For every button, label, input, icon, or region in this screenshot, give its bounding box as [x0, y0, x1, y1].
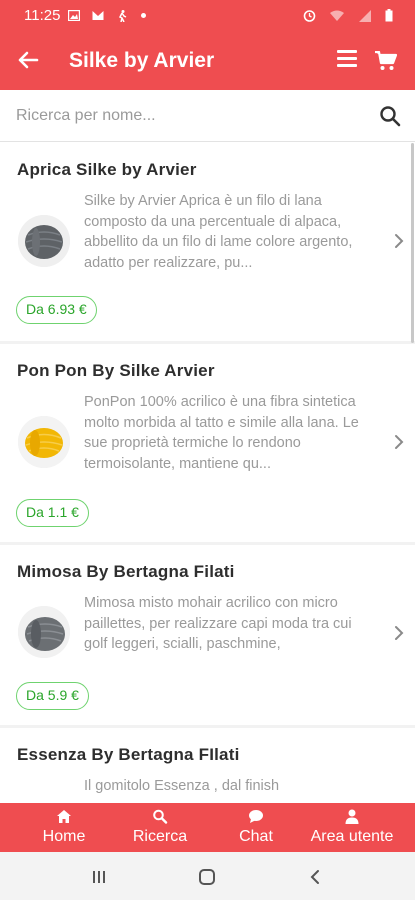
status-bar: 11:25 [0, 0, 415, 34]
recents-icon [93, 871, 105, 883]
product-description: Silke by Arvier Aprica è un filo di lana… [84, 193, 353, 271]
battery-icon [385, 9, 393, 22]
app-bar: Silke by Arvier [0, 34, 415, 90]
product-image [18, 606, 70, 658]
nav-label: Area utente [310, 828, 394, 845]
product-card[interactable]: Aprica Silke by Arvier Silke by Arvier A… [0, 143, 415, 341]
price-badge: Da 6.93 € [16, 296, 97, 324]
cart-icon [375, 50, 398, 70]
search-bar [0, 90, 415, 142]
walk-icon [118, 9, 127, 23]
chevron-right-icon [393, 433, 405, 451]
home-button[interactable] [199, 869, 215, 885]
hamburger-icon [337, 50, 357, 67]
user-icon [345, 809, 359, 824]
mail-icon [92, 11, 104, 21]
dot-icon [141, 13, 147, 19]
price-badge: Da 5.9 € [16, 682, 89, 710]
product-name: Pon Pon By Silke Arvier [17, 361, 215, 380]
product-description: Il gomitolo Essenza , dal finish [84, 778, 280, 794]
signal-icon [358, 9, 371, 22]
nav-search[interactable]: Ricerca [118, 803, 202, 852]
alarm-icon [303, 10, 316, 23]
product-image [18, 215, 70, 267]
arrow-left-icon [18, 51, 39, 69]
nav-user-area[interactable]: Area utente [300, 803, 404, 852]
product-image [18, 416, 70, 468]
yarn-ball-icon [18, 416, 70, 468]
product-description: Mimosa misto mohair acrilico con micro p… [84, 595, 352, 652]
bottom-nav: Home Ricerca Chat Area utente [0, 803, 415, 852]
menu-button[interactable] [337, 50, 357, 72]
product-name: Essenza By Bertagna FIlati [17, 745, 240, 764]
home-icon [57, 810, 71, 823]
product-name: Mimosa By Bertagna Filati [17, 562, 235, 581]
search-input[interactable] [16, 102, 356, 130]
chevron-left-icon [310, 870, 319, 884]
product-name: Aprica Silke by Arvier [17, 160, 197, 179]
product-card[interactable]: Essenza By Bertagna FIlati Il gomitolo E… [0, 728, 415, 803]
product-description: PonPon 100% acrilico è una fibra sinteti… [84, 394, 359, 472]
wifi-icon [330, 10, 345, 22]
yarn-ball-icon [18, 606, 70, 658]
status-time: 11:25 [24, 7, 61, 24]
search-button[interactable] [379, 105, 401, 127]
system-nav-bar [0, 852, 415, 900]
nav-label: Ricerca [132, 828, 188, 845]
yarn-ball-icon [18, 215, 70, 267]
scrollbar[interactable] [411, 143, 414, 343]
page-title: Silke by Arvier [69, 49, 215, 72]
back-button[interactable] [14, 46, 42, 74]
photo-icon [67, 10, 81, 22]
notification-icons [67, 8, 147, 23]
nav-home[interactable]: Home [22, 803, 106, 852]
search-icon [153, 809, 168, 824]
chat-icon [249, 810, 263, 823]
cart-button[interactable] [375, 50, 398, 71]
nav-label: Home [42, 828, 86, 845]
system-icons [303, 8, 393, 23]
nav-label: Chat [239, 828, 273, 845]
recents-button[interactable] [92, 870, 106, 884]
chevron-right-icon [393, 232, 405, 250]
product-card[interactable]: Mimosa By Bertagna Filati Mimosa misto m… [0, 545, 415, 725]
product-card[interactable]: Pon Pon By Silke Arvier PonPon 100% acri… [0, 344, 415, 542]
system-back-button[interactable] [309, 869, 321, 885]
product-list: Aprica Silke by Arvier Silke by Arvier A… [0, 143, 415, 803]
price-badge: Da 1.1 € [16, 499, 89, 527]
chevron-right-icon [393, 624, 405, 642]
search-icon [380, 106, 401, 127]
nav-chat[interactable]: Chat [214, 803, 298, 852]
